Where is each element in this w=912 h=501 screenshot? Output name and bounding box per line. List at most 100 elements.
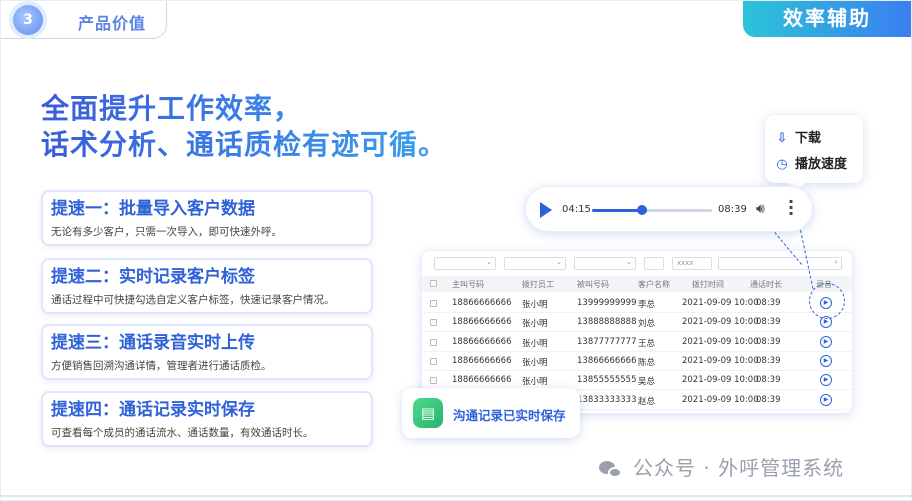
table-cell: 陈总 [638, 357, 656, 368]
headline-line-1: 全面提升工作效率， [41, 91, 447, 127]
col-customer: 客户名称 [638, 280, 670, 289]
more-icon[interactable]: · · · [788, 194, 794, 222]
slide: 3 产品价值 效率辅助 全面提升工作效率， 话术分析、通话质检有迹可循。 提速一… [0, 0, 912, 501]
table-cell: 18866666666 [452, 298, 512, 308]
feature-desc: 无论有多少客户，只需一次导入，即可快速外呼。 [51, 226, 282, 238]
feature-card-3: 提速三：通话录音实时上传 方便销售回溯沟通详情，管理者进行通话质检。 [41, 324, 373, 380]
col-call-time: 拨打时间 [692, 280, 724, 289]
col-callee: 被叫号码 [577, 280, 609, 289]
table-cell: 张小明 [522, 300, 548, 310]
table-cell: 08:39 [756, 375, 781, 386]
audio-options-menu: ⇩ 下载 ◷ 播放速度 [765, 115, 863, 191]
section-number: 3 [13, 5, 43, 35]
row-checkbox[interactable] [430, 300, 437, 307]
headline: 全面提升工作效率， 话术分析、通话质检有迹可循。 [41, 91, 447, 163]
section-title: 产品价值 [78, 14, 147, 33]
table-cell: 张小明 [522, 319, 548, 330]
filter-input[interactable]: xxxx [672, 257, 712, 270]
search-icon: ⌕ [834, 258, 838, 266]
table-cell: 2021-09-09 10:00 [682, 375, 759, 386]
download-label: 下载 [795, 131, 822, 146]
table-cell: 赵总 [638, 396, 656, 407]
table-cell: 08:39 [756, 317, 781, 328]
row-checkbox[interactable] [430, 377, 437, 385]
table-cell: 2021-09-09 10:00 [682, 298, 759, 308]
playback-speed-label: 播放速度 [795, 157, 848, 172]
table-cell: 13888888888 [577, 317, 637, 328]
table-cell: 张小明 [522, 377, 548, 388]
table-cell: 吴总 [638, 377, 656, 388]
playback-speed-menu-item[interactable]: ◷ 播放速度 [774, 153, 847, 172]
watermark: 公众号 · 外呼管理系统 [599, 452, 844, 481]
download-menu-item[interactable]: ⇩ 下载 [774, 127, 821, 146]
table-cell: 2021-09-09 10:00 [682, 355, 759, 366]
col-employee: 拨打员工 [522, 280, 554, 289]
feature-card-4: 提速四：通话记录实时保存 可查看每个成员的通话流水、通话数量，有效通话时长。 [41, 391, 373, 447]
table-cell: 13877777777 [577, 336, 637, 347]
feature-desc: 可查看每个成员的通话流水、通话数量，有效通话时长。 [51, 427, 314, 439]
recording-play-icon[interactable]: ▶ [820, 393, 832, 406]
search-input[interactable]: ⌕ [718, 257, 842, 270]
table-cell: 李总 [638, 300, 656, 310]
bottom-divider [1, 495, 912, 497]
table-cell: 张小明 [522, 338, 548, 349]
table-cell: 13866666666 [577, 355, 637, 366]
table-header: 主叫号码 拨打员工 被叫号码 客户名称 拨打时间 通话时长 录音 [422, 276, 852, 292]
table-cell: 13833333333 [577, 394, 637, 405]
table-cell: 2021-09-09 10:00 [682, 336, 759, 347]
play-icon[interactable] [540, 202, 552, 218]
recording-play-icon[interactable]: ▶ [820, 354, 832, 367]
progress-fill [592, 209, 643, 212]
volume-icon[interactable]: 🔊︎ [756, 201, 765, 217]
filter-bar: ⌄ ⌄ ⌄ xxxx ⌕ [422, 257, 852, 273]
table-cell: 08:39 [756, 355, 781, 366]
table-cell: 18866666666 [452, 336, 512, 347]
feature-title: 提速二：实时记录客户标签 [51, 267, 255, 287]
download-icon: ⇩ [776, 131, 788, 146]
watermark-text: 公众号 · 外呼管理系统 [633, 456, 845, 480]
progress-track[interactable] [592, 205, 712, 215]
table-row: 18866666666 张小明 13866666666 陈总 2021-09-09 10… [422, 352, 852, 371]
table-cell: 刘总 [638, 319, 656, 330]
feature-title: 提速一：批量导入客户数据 [51, 199, 255, 219]
table-cell: 08:39 [756, 298, 781, 308]
col-caller: 主叫号码 [452, 280, 484, 289]
table-cell: 王总 [638, 338, 656, 349]
clock-icon: ◷ [776, 157, 788, 172]
recording-play-icon[interactable]: ▶ [820, 374, 832, 387]
table-cell: 张小明 [522, 357, 548, 368]
progress-knob[interactable] [637, 205, 648, 215]
efficiency-tag: 效率辅助 [743, 1, 911, 37]
select-all-checkbox[interactable] [430, 280, 437, 287]
table-row: 18866666666 张小明 13888888888 刘总 2021-09-09 10… [422, 313, 852, 333]
filter-select[interactable] [644, 257, 664, 270]
feature-desc: 通话过程中可快捷勾选自定义客户标签，快速记录客户情况。 [51, 294, 335, 306]
recording-play-icon[interactable]: ▶ [820, 335, 832, 348]
filter-select[interactable]: ⌄ [574, 257, 636, 270]
col-duration: 通话时长 [750, 280, 782, 289]
table-cell: 08:39 [756, 336, 781, 347]
current-time: 04:15 [562, 204, 591, 215]
audio-player: 04:15 08:39 🔊︎ · · · [525, 186, 813, 232]
headline-line-2: 话术分析、通话质检有迹可循。 [41, 128, 448, 161]
table-cell: 18866666666 [452, 355, 512, 366]
row-checkbox[interactable] [430, 357, 437, 365]
total-time: 08:39 [718, 204, 747, 215]
table-cell: 2021-09-09 10:00 [682, 394, 759, 405]
section-badge: 3 产品价值 [1, 1, 167, 39]
feature-card-2: 提速二：实时记录客户标签 通话过程中可快捷勾选自定义客户标签，快速记录客户情况。 [41, 258, 373, 314]
table-cell: 13999999999 [577, 298, 637, 308]
highlight-circle [809, 283, 845, 319]
table-cell: 2021-09-09 10:00 [682, 317, 759, 328]
table-cell: 18866666666 [452, 375, 512, 386]
save-icon: ▤ [413, 398, 443, 428]
row-checkbox[interactable] [430, 319, 437, 327]
table-row: 18866666666 张小明 13999999999 李总 2021-09-09 10… [422, 294, 852, 313]
row-checkbox[interactable] [430, 338, 437, 346]
feature-desc: 方便销售回溯沟通详情，管理者进行通话质检。 [51, 360, 272, 372]
table-cell: 13855555555 [577, 375, 637, 386]
feature-title: 提速四：通话记录实时保存 [51, 400, 255, 420]
filter-select[interactable]: ⌄ [434, 257, 496, 270]
filter-select[interactable]: ⌄ [504, 257, 566, 270]
table-cell: 18866666666 [452, 317, 512, 328]
